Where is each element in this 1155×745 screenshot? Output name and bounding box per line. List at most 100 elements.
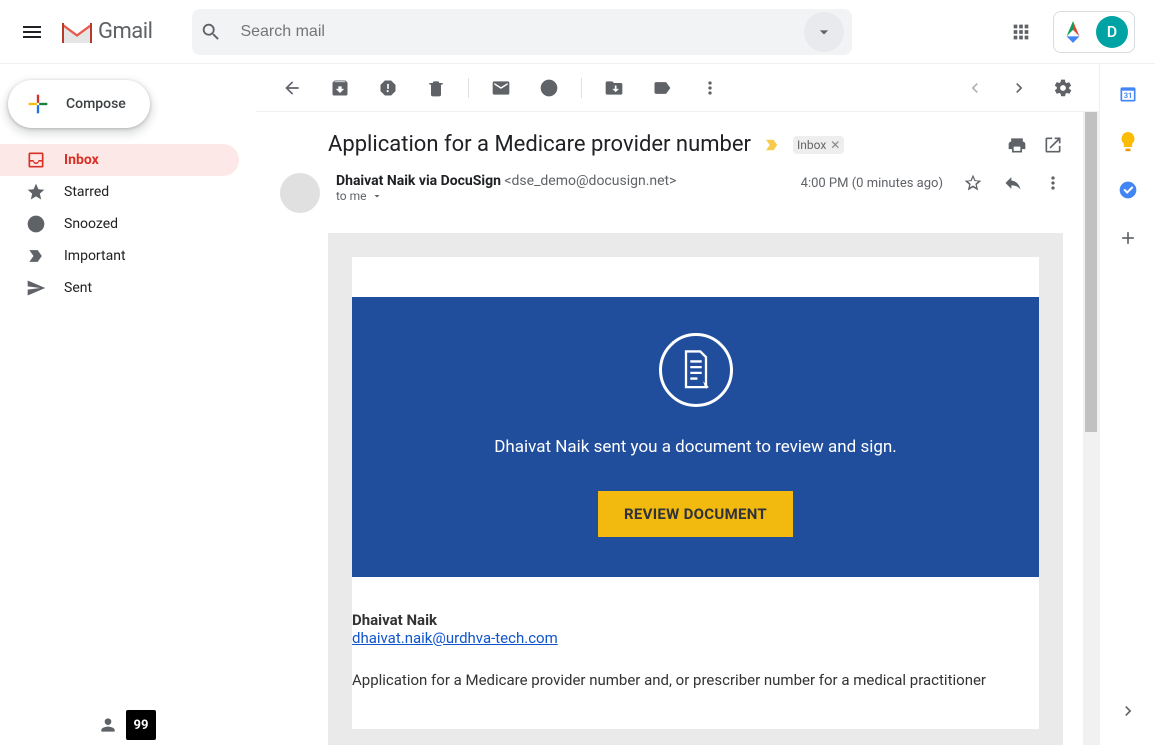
mail-icon — [491, 78, 511, 98]
compose-button[interactable]: Compose — [8, 80, 150, 128]
timestamp: 4:00 PM (0 minutes ago) — [801, 176, 943, 191]
docusign-details: Dhaivat Naik dhaivat.naik@urdhva-tech.co… — [352, 577, 1039, 689]
document-sign-icon — [659, 333, 733, 407]
email-paragraph: Application for a Medicare provider numb… — [352, 671, 1039, 689]
email-body-container: Dhaivat Naik sent you a document to revi… — [328, 233, 1063, 745]
chip-remove-icon[interactable]: ✕ — [830, 138, 840, 152]
main-menu-button[interactable] — [8, 8, 56, 56]
sidebar-item-snoozed[interactable]: Snoozed — [0, 208, 239, 240]
more-vert-icon — [700, 78, 720, 98]
docusign-hero: Dhaivat Naik sent you a document to revi… — [352, 297, 1039, 577]
caret-down-icon — [814, 22, 834, 42]
importance-marker[interactable] — [763, 136, 781, 154]
plus-icon — [1118, 228, 1138, 248]
settings-button[interactable] — [1043, 68, 1083, 108]
sender-row: Dhaivat Naik via DocuSign <dse_demo@docu… — [256, 165, 1083, 221]
tasks-icon — [1118, 179, 1138, 201]
calendar-icon: 31 — [1118, 83, 1138, 105]
calendar-addon[interactable]: 31 — [1118, 84, 1138, 104]
trash-icon — [426, 78, 446, 98]
newer-button[interactable] — [999, 68, 1039, 108]
user-avatar[interactable]: D — [1096, 16, 1128, 48]
side-panel: 31 — [1099, 64, 1155, 745]
delete-button[interactable] — [416, 68, 456, 108]
important-icon — [26, 246, 46, 266]
org-logo-icon — [1060, 19, 1086, 45]
open-new-window-button[interactable] — [1043, 135, 1063, 155]
search-bar[interactable] — [192, 9, 852, 55]
sent-icon — [26, 278, 46, 298]
toolbar-separator — [468, 78, 469, 98]
hangouts-footer: 99 — [0, 705, 156, 745]
svg-text:31: 31 — [1123, 91, 1132, 100]
back-button[interactable] — [272, 68, 312, 108]
spam-icon — [378, 78, 398, 98]
sidebar-item-label: Snoozed — [64, 216, 118, 232]
message-more-button[interactable] — [1043, 173, 1063, 193]
sidebar-item-label: Starred — [64, 184, 109, 200]
hide-side-panel-button[interactable] — [1118, 701, 1138, 721]
caret-down-icon — [371, 190, 383, 202]
hamburger-icon — [20, 20, 44, 44]
open-in-new-icon — [1043, 135, 1063, 155]
email-subject: Application for a Medicare provider numb… — [328, 132, 751, 157]
contacts-tab-button[interactable] — [90, 707, 126, 743]
gmail-wordmark: Gmail — [98, 19, 152, 44]
archive-button[interactable] — [320, 68, 360, 108]
hangouts-tab-button[interactable]: 99 — [126, 710, 156, 740]
clock-icon — [26, 214, 46, 234]
more-actions-button[interactable] — [690, 68, 730, 108]
gmail-logo[interactable]: Gmail — [60, 19, 152, 45]
apps-grid-icon — [1010, 21, 1032, 43]
tasks-addon[interactable] — [1118, 180, 1138, 200]
to-label: to me — [336, 189, 367, 203]
star-outline-icon — [963, 173, 983, 193]
folder-move-icon — [604, 78, 624, 98]
star-button[interactable] — [963, 173, 983, 193]
keep-addon[interactable] — [1118, 132, 1138, 152]
labels-button[interactable] — [642, 68, 682, 108]
reply-button[interactable] — [1003, 173, 1023, 193]
plus-icon — [24, 90, 52, 118]
mark-unread-button[interactable] — [481, 68, 521, 108]
sender-avatar[interactable] — [280, 173, 320, 213]
gmail-envelope-icon — [60, 19, 94, 45]
sidebar-item-label: Inbox — [64, 152, 99, 168]
snooze-button[interactable] — [529, 68, 569, 108]
sender-display-name: Dhaivat Naik — [352, 611, 1039, 629]
google-apps-button[interactable] — [997, 8, 1045, 56]
sender-email: <dse_demo@docusign.net> — [504, 173, 676, 189]
report-spam-button[interactable] — [368, 68, 408, 108]
left-sidebar: Compose Inbox Starred Snoozed Important … — [0, 64, 256, 745]
sender-email-link[interactable]: dhaivat.naik@urdhva-tech.com — [352, 629, 558, 647]
recipients-dropdown[interactable]: to me — [336, 189, 785, 203]
app-header: Gmail D — [0, 0, 1155, 64]
arrow-left-icon — [282, 78, 302, 98]
search-options-button[interactable] — [804, 12, 844, 52]
sidebar-item-important[interactable]: Important — [0, 240, 239, 272]
account-switcher[interactable]: D — [1053, 11, 1135, 53]
avatar-letter: D — [1107, 22, 1117, 41]
scrollbar-thumb[interactable] — [1085, 112, 1097, 432]
docusign-card: Dhaivat Naik sent you a document to revi… — [352, 257, 1039, 729]
sidebar-item-inbox[interactable]: Inbox — [0, 144, 239, 176]
keep-icon — [1118, 131, 1138, 153]
get-addons-button[interactable] — [1118, 228, 1138, 248]
label-chip-inbox[interactable]: Inbox ✕ — [793, 136, 844, 154]
archive-icon — [330, 78, 350, 98]
print-button[interactable] — [1007, 135, 1027, 155]
scrollbar[interactable] — [1083, 112, 1099, 745]
older-button[interactable] — [955, 68, 995, 108]
star-icon — [26, 182, 46, 202]
sender-line: Dhaivat Naik via DocuSign <dse_demo@docu… — [336, 173, 785, 189]
review-document-button[interactable]: REVIEW DOCUMENT — [598, 491, 793, 537]
sidebar-item-label: Important — [64, 248, 126, 264]
move-to-button[interactable] — [594, 68, 634, 108]
search-input[interactable] — [240, 23, 804, 41]
sidebar-item-starred[interactable]: Starred — [0, 176, 239, 208]
clock-icon — [539, 78, 559, 98]
quote-icon: 99 — [134, 718, 149, 733]
chevron-right-icon — [1118, 701, 1138, 721]
sidebar-item-sent[interactable]: Sent — [0, 272, 239, 304]
search-icon[interactable] — [200, 21, 240, 43]
